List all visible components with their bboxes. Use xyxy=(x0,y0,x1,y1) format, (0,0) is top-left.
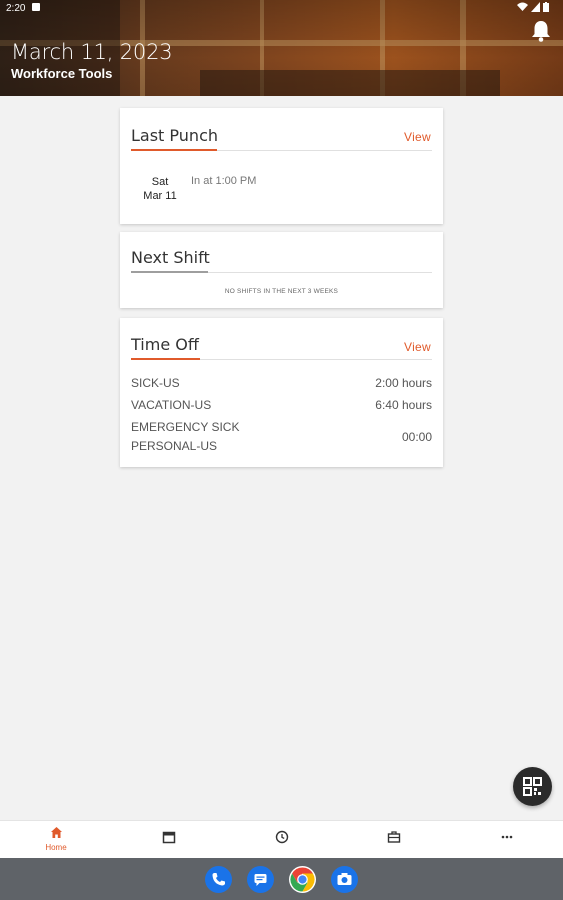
wifi-icon xyxy=(517,2,528,11)
qr-code-icon xyxy=(523,777,542,796)
nav-home-label: Home xyxy=(45,843,67,852)
nav-jobs[interactable] xyxy=(337,821,449,859)
phone-icon xyxy=(212,873,225,886)
nav-timecard[interactable] xyxy=(225,821,337,859)
briefcase-icon xyxy=(387,831,401,843)
time-off-value: 6:40 hours xyxy=(375,398,432,412)
time-off-name: PERSONAL-US xyxy=(131,439,218,453)
messages-app[interactable] xyxy=(247,866,274,893)
time-off-view-link[interactable]: View xyxy=(404,340,431,354)
system-dock xyxy=(0,858,563,900)
home-icon xyxy=(51,827,62,838)
time-off-card: Time Off View SICK-US 2:00 hours VACATIO… xyxy=(120,318,443,467)
last-punch-title: Last Punch xyxy=(131,126,218,145)
time-off-title: Time Off xyxy=(131,335,199,354)
title-underline xyxy=(131,358,200,360)
phone-app[interactable] xyxy=(205,866,232,893)
time-off-value: 00:00 xyxy=(401,430,432,444)
status-bar: 2:20 xyxy=(0,0,563,18)
bottom-navigation: Home xyxy=(0,820,563,859)
calendar-icon xyxy=(162,831,176,844)
punch-day-label: Sat xyxy=(151,176,169,188)
header-date: March 11, 2023 xyxy=(11,40,173,64)
last-punch-card: Last Punch View Sat Mar 11 In at 1:00 PM xyxy=(120,108,443,224)
header-subtitle: Workforce Tools xyxy=(11,66,113,81)
qr-scan-button[interactable] xyxy=(513,767,552,806)
title-underline xyxy=(131,149,217,151)
nav-home[interactable]: Home xyxy=(0,821,112,859)
next-shift-title: Next Shift xyxy=(131,248,210,267)
chrome-icon xyxy=(290,867,315,892)
clock-icon xyxy=(275,830,289,844)
chrome-app[interactable] xyxy=(289,866,316,893)
time-off-row: EMERGENCY SICK PERSONAL-US 00:00 xyxy=(131,420,432,454)
punch-date: Sat Mar 11 xyxy=(142,175,178,203)
more-icon xyxy=(501,835,513,839)
punch-detail: In at 1:00 PM xyxy=(191,175,257,187)
no-shifts-message: NO SHIFTS IN THE NEXT 3 WEEKS xyxy=(224,288,339,295)
battery-icon xyxy=(543,2,549,12)
title-underline xyxy=(131,271,208,273)
time-off-name: VACATION-US xyxy=(131,398,212,412)
nav-more[interactable] xyxy=(450,821,562,859)
time-off-value: 2:00 hours xyxy=(375,376,432,390)
notification-icon xyxy=(32,3,40,11)
signal-icon xyxy=(531,2,540,12)
bell-icon[interactable] xyxy=(528,18,554,44)
time-off-name: EMERGENCY SICK xyxy=(131,420,240,434)
camera-icon xyxy=(337,873,352,885)
next-shift-card: Next Shift NO SHIFTS IN THE NEXT 3 WEEKS xyxy=(120,232,443,308)
camera-app[interactable] xyxy=(331,866,358,893)
header-banner: 2:20 March 11, 2023 Workforce Tools xyxy=(0,0,563,96)
status-time: 2:20 xyxy=(6,3,26,14)
last-punch-view-link[interactable]: View xyxy=(404,130,431,144)
punch-date-label: Mar 11 xyxy=(143,190,177,202)
messages-icon xyxy=(254,874,267,886)
time-off-name: SICK-US xyxy=(131,376,180,390)
nav-schedule[interactable] xyxy=(112,821,224,859)
